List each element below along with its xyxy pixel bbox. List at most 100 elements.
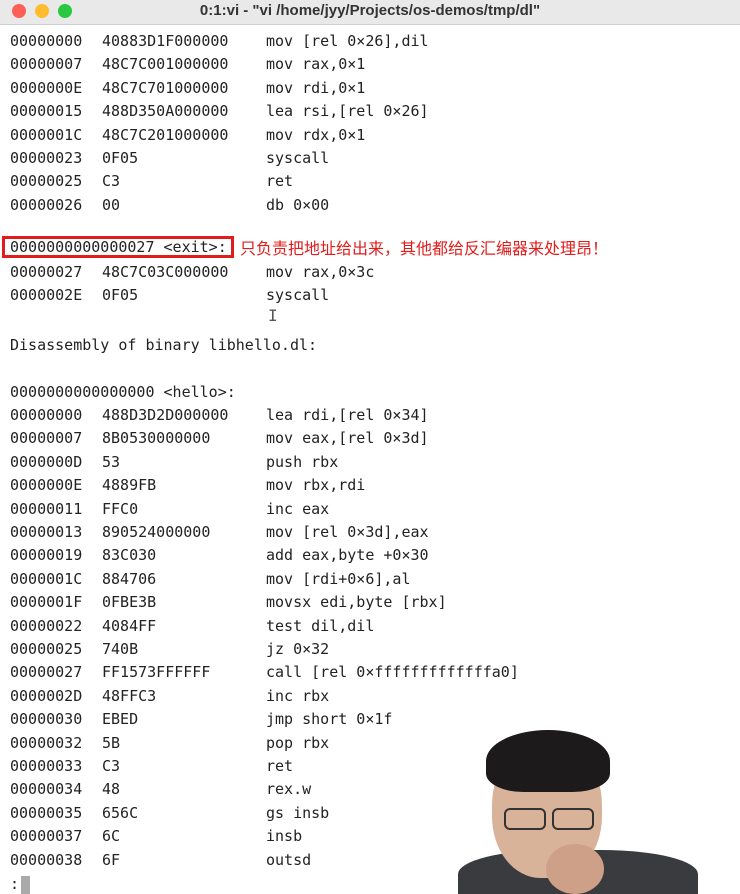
instruction-cell: insb (266, 827, 303, 846)
bytes-cell: 48FFC3 (102, 686, 157, 705)
instruction-cell: test dil,dil (266, 616, 375, 635)
address-cell: 00000019 (10, 546, 83, 565)
bytes-cell: 8B0530000000 (102, 429, 211, 448)
address-cell: 00000038 (10, 850, 83, 869)
address-cell: 00000007 (10, 429, 83, 448)
disassembly-header: Disassembly of binary libhello.dl: (10, 336, 318, 354)
address-cell: 00000000 (10, 406, 83, 424)
bytes-cell: 48C7C701000000 (102, 78, 229, 97)
address-cell: 00000034 (10, 780, 83, 799)
address-cell: 0000002D (10, 686, 83, 705)
bytes-cell: 48C7C03C000000 (102, 263, 229, 281)
hello-label: 0000000000000000 <hello>: (10, 383, 236, 401)
instruction-cell: jmp short 0×1f (266, 710, 393, 729)
address-cell: 00000035 (10, 803, 83, 822)
instruction-cell: ret (266, 172, 294, 191)
bytes-cell: 0FBE3B (102, 593, 157, 612)
webcam-hand (546, 844, 604, 894)
webcam-overlay (458, 730, 740, 894)
bytes-cell: 53 (102, 452, 121, 471)
instruction-cell: syscall (266, 149, 330, 167)
bytes-cell: 0F05 (102, 149, 139, 167)
address-cell: 00000025 (10, 172, 83, 191)
address-cell: 00000033 (10, 757, 83, 775)
bytes-cell: 48C7C001000000 (102, 55, 229, 74)
bytes-cell: 5B (102, 733, 121, 752)
instruction-cell: mov rbx,rdi (266, 476, 366, 495)
instruction-cell: mov [rel 0×26],dil (266, 32, 429, 50)
address-cell: 00000011 (10, 499, 83, 518)
address-cell: 0000000E (10, 476, 83, 495)
prompt-colon: : (10, 875, 20, 893)
instruction-cell: syscall (266, 286, 330, 305)
address-cell: 00000032 (10, 733, 83, 752)
address-cell: 00000027 (10, 663, 83, 682)
bytes-cell: EBED (102, 710, 139, 729)
bytes-cell: 890524000000 (102, 523, 211, 541)
webcam-glasses (504, 808, 594, 830)
instruction-cell: push rbx (266, 452, 339, 471)
instruction-cell: lea rdi,[rel 0×34] (266, 406, 429, 424)
address-cell: 00000025 (10, 640, 83, 658)
window-title: 0:1:vi - "vi /home/jyy/Projects/os-demos… (199, 2, 541, 19)
instruction-cell: mov eax,[rel 0×3d] (266, 429, 429, 448)
bytes-cell: 884706 (102, 569, 157, 588)
instruction-cell: mov [rel 0×3d],eax (266, 523, 429, 541)
bytes-cell: 00 (102, 195, 121, 214)
webcam-hair (486, 730, 610, 792)
bytes-cell: 488D3D2D000000 (102, 406, 229, 424)
instruction-cell: movsx edi,byte [rbx] (266, 593, 447, 612)
bytes-cell: 4889FB (102, 476, 157, 495)
address-cell: 00000026 (10, 195, 83, 214)
instruction-cell: gs insb (266, 803, 330, 822)
instruction-cell: mov rax,0×3c (266, 263, 375, 281)
address-cell: 0000001C (10, 125, 83, 144)
bytes-cell: 488D350A000000 (102, 102, 229, 121)
bytes-cell: 40883D1F000000 (102, 32, 229, 50)
bytes-cell: 6C (102, 827, 121, 846)
address-cell: 00000027 (10, 263, 83, 281)
address-cell: 0000000E (10, 78, 83, 97)
vi-prompt[interactable]: : (10, 874, 31, 894)
address-cell: 00000022 (10, 616, 83, 635)
instruction-cell: mov rax,0×1 (266, 55, 366, 74)
instruction-cell: call [rel 0×fffffffffffffa0] (266, 663, 519, 682)
instruction-cell: add eax,byte +0×30 (266, 546, 429, 565)
bytes-cell: 0F05 (102, 286, 139, 305)
bytes-cell: FF1573FFFFFF (102, 663, 211, 682)
instruction-cell: db 0×00 (266, 195, 330, 214)
bytes-cell: 4084FF (102, 616, 157, 635)
window-titlebar: 0:1:vi - "vi /home/jyy/Projects/os-demos… (0, 0, 740, 25)
annotation-text: 只负责把地址给出来，其他都给反汇编器来处理昂！ (240, 239, 609, 258)
address-cell: 0000001F (10, 593, 83, 612)
text-cursor-icon: I (268, 306, 278, 325)
instruction-cell: inc rbx (266, 686, 330, 705)
bytes-cell: 656C (102, 803, 139, 822)
bytes-cell: C3 (102, 757, 121, 775)
bytes-cell: 6F (102, 850, 121, 869)
instruction-cell: jz 0×32 (266, 640, 330, 658)
address-cell: 00000037 (10, 827, 83, 846)
instruction-cell: mov rdi,0×1 (266, 78, 366, 97)
bytes-cell: 740B (102, 640, 139, 658)
bytes-cell: 48C7C201000000 (102, 125, 229, 144)
address-cell: 00000015 (10, 102, 83, 121)
address-cell: 0000000D (10, 452, 83, 471)
address-cell: 00000013 (10, 523, 83, 541)
instruction-cell: mov [rdi+0×6],al (266, 569, 411, 588)
instruction-cell: mov rdx,0×1 (266, 125, 366, 144)
instruction-cell: ret (266, 757, 294, 775)
instruction-cell: outsd (266, 850, 312, 869)
block-cursor (21, 875, 31, 894)
address-cell: 00000007 (10, 55, 83, 74)
exit-label: 0000000000000027 <exit>: (10, 238, 227, 256)
address-cell: 00000023 (10, 149, 83, 167)
bytes-cell: C3 (102, 172, 121, 191)
address-cell: 00000000 (10, 32, 83, 50)
instruction-cell: rex.w (266, 780, 312, 799)
bytes-cell: 83C030 (102, 546, 157, 565)
address-cell: 00000030 (10, 710, 83, 729)
instruction-cell: lea rsi,[rel 0×26] (266, 102, 429, 121)
bytes-cell: FFC0 (102, 499, 139, 518)
instruction-cell: inc eax (266, 499, 330, 518)
